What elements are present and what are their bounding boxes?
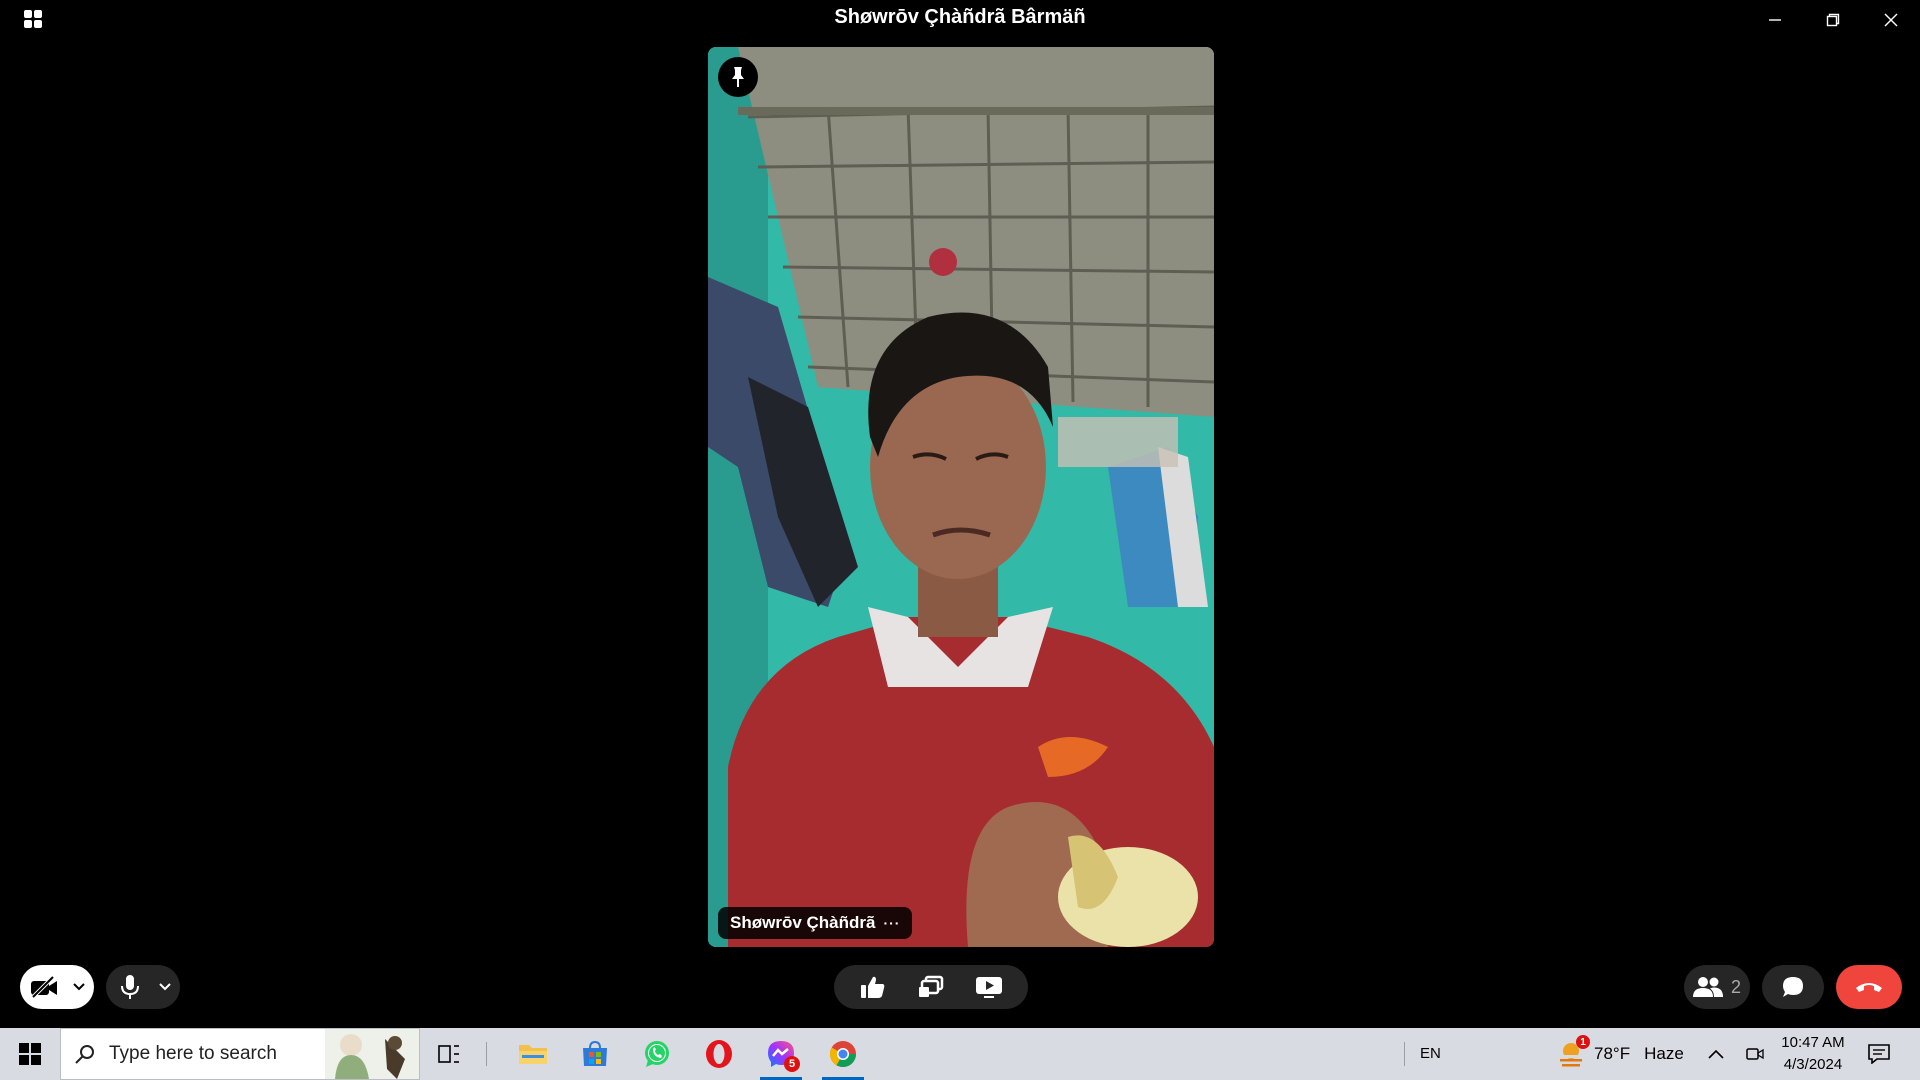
task-view-button[interactable] — [420, 1028, 478, 1080]
whatsapp-icon — [645, 1041, 669, 1067]
task-view-icon — [438, 1045, 459, 1063]
camera-off-icon — [31, 976, 57, 998]
opera-icon — [706, 1040, 732, 1068]
file-explorer-icon — [519, 1045, 547, 1064]
microphone-options-button[interactable] — [154, 983, 176, 991]
clock-time: 10:47 AM — [1781, 1034, 1845, 1051]
taskbar: 5 EN 1 78°F Haze — [0, 1028, 1920, 1080]
chat-bubble-icon — [1783, 977, 1803, 997]
hang-up-icon — [1856, 983, 1882, 992]
microphone-icon — [121, 975, 139, 999]
chrome-button[interactable] — [814, 1028, 872, 1080]
participant-count: 2 — [1730, 976, 1741, 997]
reaction-button[interactable] — [848, 965, 898, 1009]
people-icon — [1692, 977, 1723, 997]
input-language-indicator[interactable]: EN — [1420, 1045, 1441, 1062]
participant-name-chip[interactable]: Shøwrōv Çhàñdrã ··· — [718, 907, 913, 939]
file-explorer-button[interactable] — [504, 1028, 562, 1080]
more-options-icon[interactable]: ··· — [883, 915, 900, 931]
system-clock[interactable]: 10:47 AM 4/3/2024 — [1770, 1032, 1856, 1076]
share-screen-button[interactable] — [964, 965, 1014, 1009]
chrome-icon — [829, 1041, 857, 1068]
taskbar-search[interactable] — [60, 1028, 420, 1080]
camera-toggle[interactable] — [20, 965, 94, 1009]
pin-icon — [732, 67, 744, 87]
window-title: Shøwrōv Çhàñdrã Bârmäñ — [834, 6, 1086, 28]
participants-button[interactable]: 2 — [1684, 965, 1750, 1009]
taskbar-separator — [486, 1042, 487, 1066]
action-center-button[interactable] — [1850, 1028, 1908, 1080]
show-hidden-icons-button[interactable] — [1698, 1028, 1734, 1080]
minimize-icon — [1769, 19, 1781, 21]
video-feed — [708, 47, 1214, 947]
search-icon — [75, 1045, 94, 1064]
title-bar: Shøwrōv Çhàñdrã Bârmäñ — [0, 0, 1920, 40]
pin-button[interactable] — [718, 57, 758, 97]
weather-alert-badge: 1 — [1576, 1035, 1590, 1049]
notifications-icon — [1868, 1044, 1890, 1064]
close-icon — [1884, 13, 1898, 27]
weather-condition: Haze — [1644, 1044, 1684, 1063]
microphone-toggle[interactable] — [106, 965, 180, 1009]
microphone-button[interactable] — [106, 965, 154, 1009]
close-button[interactable] — [1862, 0, 1920, 40]
chevron-down-icon — [73, 983, 85, 991]
clock-date: 4/3/2024 — [1783, 1056, 1843, 1073]
meet-now-button[interactable] — [1738, 1028, 1772, 1080]
messenger-button[interactable]: 5 — [752, 1028, 810, 1080]
windows-logo-icon — [19, 1043, 41, 1065]
camera-options-button[interactable] — [68, 983, 90, 991]
microsoft-store-button[interactable] — [566, 1028, 624, 1080]
minimize-button[interactable] — [1746, 0, 1804, 40]
messenger-notification-badge: 5 — [784, 1056, 800, 1072]
weather-haze-icon: 1 — [1556, 1035, 1590, 1069]
weather-temperature: 78°F — [1594, 1044, 1631, 1063]
search-highlight-illustration — [325, 1029, 419, 1079]
whatsapp-button[interactable] — [628, 1028, 686, 1080]
video-camera-icon — [1746, 1048, 1764, 1060]
chat-button[interactable] — [1762, 965, 1824, 1009]
chevron-down-icon — [159, 983, 171, 991]
search-input[interactable] — [109, 1043, 309, 1065]
tray-separator — [1404, 1042, 1405, 1066]
restore-icon — [1826, 13, 1840, 27]
weather-widget[interactable]: 1 78°F Haze — [1556, 1028, 1684, 1080]
cast-icon — [919, 975, 944, 997]
cast-button[interactable] — [906, 965, 956, 1009]
opera-button[interactable] — [690, 1028, 748, 1080]
participant-video-tile[interactable]: Shøwrōv Çhàñdrã ··· — [708, 47, 1214, 947]
call-actions-bar — [834, 965, 1028, 1009]
participant-name: Shøwrōv Çhàñdrã — [730, 913, 876, 932]
restore-button[interactable] — [1804, 0, 1862, 40]
start-button[interactable] — [0, 1028, 60, 1080]
end-call-button[interactable] — [1836, 965, 1902, 1009]
camera-off-button[interactable] — [20, 965, 68, 1009]
chevron-up-icon — [1708, 1049, 1724, 1059]
microsoft-store-icon — [583, 1040, 607, 1066]
share-screen-icon — [976, 977, 1002, 998]
thumbs-up-icon — [861, 976, 885, 998]
